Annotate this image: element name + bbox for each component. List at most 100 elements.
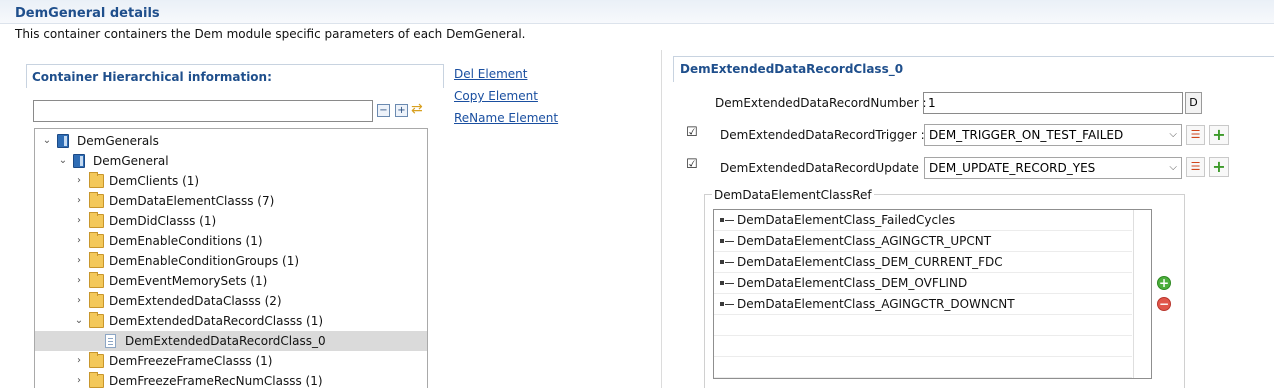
ref-item-label: DemDataElementClass_FailedCycles — [737, 213, 956, 227]
trigger-select[interactable]: DEM_TRIGGER_ON_TEST_FAILED ⌵ — [924, 124, 1182, 146]
ref-list-row — [714, 336, 1132, 357]
tree-filter-input[interactable] — [33, 100, 373, 122]
list-icon[interactable]: ☰ — [1186, 125, 1205, 145]
chevron-down-icon[interactable]: ⌄ — [73, 311, 85, 331]
tree-item-label: DemFreezeFrameRecNumClasss (1) — [109, 374, 323, 388]
tree-item[interactable]: › DemExtendedDataClasss (2) — [35, 291, 427, 311]
ref-item-label: DemDataElementClass_AGINGCTR_UPCNT — [737, 234, 992, 248]
tree-item-label: DemDidClasss (1) — [109, 214, 217, 228]
tree-item-label: DemGeneral — [93, 154, 169, 168]
page-description: This container containers the Dem module… — [15, 27, 526, 41]
chevron-right-icon[interactable]: › — [73, 271, 85, 291]
module-icon — [73, 154, 85, 168]
chevron-right-icon[interactable]: › — [73, 371, 85, 388]
ref-list-row[interactable]: DemDataElementClass_AGINGCTR_UPCNT — [714, 231, 1132, 252]
add-ref-icon[interactable]: + — [1157, 276, 1171, 290]
tree-item-label: DemClients (1) — [109, 174, 200, 188]
reference-icon — [720, 218, 734, 223]
tree-item[interactable]: › DemDidClasss (1) — [35, 211, 427, 231]
header-banner — [0, 0, 1274, 24]
list-icon[interactable]: ☰ — [1186, 157, 1205, 177]
tree-item[interactable]: › DemFreezeFrameClasss (1) — [35, 351, 427, 371]
remove-ref-icon[interactable]: − — [1157, 297, 1171, 311]
ref-item-label: DemDataElementClass_AGINGCTR_DOWNCNT — [737, 297, 1015, 311]
document-icon — [105, 334, 116, 348]
update-label: DemExtendedDataRecordUpdate : — [720, 161, 927, 175]
module-icon — [57, 134, 69, 148]
record-number-label: DemExtendedDataRecordNumber : — [715, 96, 927, 110]
reference-icon — [720, 239, 734, 244]
details-header: DemGeneral details This container contai… — [0, 0, 1274, 48]
update-select-value: DEM_UPDATE_RECORD_YES — [929, 161, 1096, 175]
tree-item[interactable]: › DemClients (1) — [35, 171, 427, 191]
chevron-right-icon[interactable]: › — [73, 231, 85, 251]
tree-item-label: DemGenerals — [77, 134, 159, 148]
folder-icon — [89, 252, 104, 268]
add-icon[interactable]: + — [1209, 125, 1229, 145]
chevron-right-icon[interactable]: › — [73, 211, 85, 231]
tree-item[interactable]: › DemFreezeFrameRecNumClasss (1) — [35, 371, 427, 388]
tree-item[interactable]: DemExtendedDataRecordClass_0 — [35, 331, 427, 351]
reference-icon — [720, 302, 734, 307]
panel-divider[interactable] — [661, 50, 662, 388]
folder-icon — [89, 192, 104, 208]
trigger-label: DemExtendedDataRecordTrigger : — [720, 128, 925, 142]
rename-element-link[interactable]: ReName Element — [454, 110, 558, 132]
page-title: DemGeneral details — [15, 6, 160, 21]
folder-icon — [89, 212, 104, 228]
record-section-title: DemExtendedDataRecordClass_0 — [680, 62, 904, 76]
update-checkbox[interactable]: ☑ — [686, 158, 699, 171]
ref-list-row[interactable]: DemDataElementClass_DEM_OVFLIND — [714, 273, 1132, 294]
add-icon[interactable]: + — [1209, 157, 1229, 177]
sync-icon[interactable]: ⇄ — [411, 101, 427, 117]
tree-item-label: DemFreezeFrameClasss (1) — [109, 354, 273, 368]
update-select[interactable]: DEM_UPDATE_RECORD_YES ⌵ — [924, 157, 1182, 179]
trigger-select-value: DEM_TRIGGER_ON_TEST_FAILED — [929, 128, 1124, 142]
folder-icon — [89, 172, 104, 188]
ref-list-row — [714, 315, 1132, 336]
folder-icon — [89, 272, 104, 288]
ref-list-row[interactable]: DemDataElementClass_AGINGCTR_DOWNCNT — [714, 294, 1132, 315]
ref-list[interactable]: DemDataElementClass_FailedCycles DemDataE… — [713, 209, 1152, 379]
record-number-input[interactable]: 1 — [923, 92, 1183, 114]
tree-item[interactable]: › DemEventMemorySets (1) — [35, 271, 427, 291]
chevron-right-icon[interactable]: › — [73, 351, 85, 371]
tree-item[interactable]: › DemEnableConditionGroups (1) — [35, 251, 427, 271]
trigger-checkbox[interactable]: ☑ — [686, 126, 699, 139]
folder-icon — [89, 372, 104, 388]
ref-list-row[interactable]: DemDataElementClass_DEM_CURRENT_FDC — [714, 252, 1132, 273]
copy-element-link[interactable]: Copy Element — [454, 88, 558, 110]
tree-item-label: DemEnableConditionGroups (1) — [109, 254, 300, 268]
tree-item[interactable]: › DemEnableConditions (1) — [35, 231, 427, 251]
chevron-down-icon[interactable]: ⌄ — [57, 151, 69, 171]
chevron-down-icon: ⌵ — [1169, 162, 1177, 173]
folder-icon — [89, 352, 104, 368]
tree-item-label: DemEnableConditions (1) — [109, 234, 263, 248]
tree-item-label: DemEventMemorySets (1) — [109, 274, 268, 288]
default-value-button[interactable]: D — [1185, 92, 1202, 114]
element-actions: Del Element Copy Element ReName Element — [454, 66, 558, 132]
collapse-all-icon[interactable]: − — [377, 104, 390, 117]
tree-item-label: DemExtendedDataRecordClasss (1) — [109, 314, 324, 328]
tree-item[interactable]: ⌄ DemExtendedDataRecordClasss (1) — [35, 311, 427, 331]
tree-item[interactable]: › DemDataElementClasss (7) — [35, 191, 427, 211]
reference-icon — [720, 281, 734, 286]
expand-all-icon[interactable]: + — [395, 104, 408, 117]
tree-item[interactable]: ⌄ DemGeneral — [35, 151, 427, 171]
chevron-right-icon[interactable]: › — [73, 291, 85, 311]
ref-group-label: DemDataElementClassRef — [712, 188, 874, 202]
tree-item[interactable]: ⌄ DemGenerals — [35, 131, 427, 151]
reference-icon — [720, 260, 734, 265]
folder-icon — [89, 292, 104, 308]
tree-item-label: DemExtendedDataRecordClass_0 — [125, 334, 326, 348]
chevron-right-icon[interactable]: › — [73, 171, 85, 191]
container-tree[interactable]: ⌄ DemGenerals ⌄ DemGeneral › DemClients (1) › D… — [34, 128, 428, 388]
del-element-link[interactable]: Del Element — [454, 66, 558, 88]
tree-item-label: DemDataElementClasss (7) — [109, 194, 275, 208]
ref-list-row[interactable]: DemDataElementClass_FailedCycles — [714, 210, 1132, 231]
chevron-right-icon[interactable]: › — [73, 251, 85, 271]
ref-item-label: DemDataElementClass_DEM_OVFLIND — [737, 276, 968, 290]
chevron-down-icon[interactable]: ⌄ — [41, 131, 53, 151]
chevron-down-icon: ⌵ — [1169, 129, 1177, 140]
chevron-right-icon[interactable]: › — [73, 191, 85, 211]
